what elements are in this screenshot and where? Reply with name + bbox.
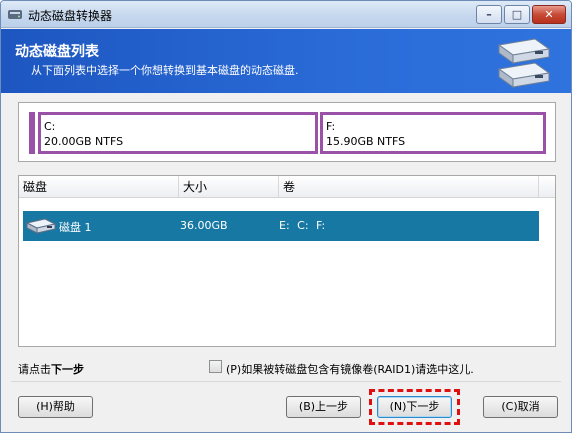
hint-bold: 下一步 <box>51 363 84 376</box>
table-row[interactable]: 磁盘 1 36.00GB E: C: F: <box>23 211 539 241</box>
list-header: 磁盘 大小 卷 <box>19 176 555 198</box>
page-title: 动态磁盘列表 <box>15 44 99 60</box>
divider <box>11 381 561 382</box>
disk-volumes: E: C: F: <box>279 219 326 232</box>
partition-reserved[interactable] <box>29 112 35 154</box>
partition-c[interactable]: C: 20.00GB NTFS <box>38 112 318 154</box>
close-button[interactable]: ✕ <box>532 5 566 24</box>
column-header-disk[interactable]: 磁盘 <box>19 176 179 198</box>
partition-f[interactable]: F: 15.90GB NTFS <box>320 112 546 154</box>
partition-letter: F: <box>326 120 336 133</box>
window-title: 动态磁盘转换器 <box>28 9 113 23</box>
partition-info: 20.00GB NTFS <box>44 135 124 148</box>
hint-text: 请点击下一步 <box>18 361 84 377</box>
disk-converter-window: 动态磁盘转换器 – □ ✕ 动态磁盘列表 从下面列表中选择一个你想转换到基本磁盘… <box>0 0 572 433</box>
disk-name: 磁盘 1 <box>59 221 92 234</box>
minimize-button[interactable]: – <box>476 5 502 24</box>
hint-prefix: 请点击 <box>18 363 51 376</box>
disk-size: 36.00GB <box>180 219 228 232</box>
next-button-highlight <box>369 389 460 425</box>
column-header-filler <box>539 176 555 198</box>
header-banner: 动态磁盘列表 从下面列表中选择一个你想转换到基本磁盘的动态磁盘. <box>1 29 571 93</box>
help-button[interactable]: (H)帮助 <box>18 396 93 418</box>
partition-info: 15.90GB NTFS <box>326 135 406 148</box>
title-bar[interactable]: 动态磁盘转换器 – □ ✕ <box>1 1 571 28</box>
partition-map: C: 20.00GB NTFS F: 15.90GB NTFS <box>18 102 556 162</box>
disk-stack-icon <box>497 38 551 88</box>
disk-icon <box>8 10 22 19</box>
back-button[interactable]: (B)上一步 <box>286 396 361 418</box>
raid-checkbox[interactable] <box>209 360 222 373</box>
page-subtitle: 从下面列表中选择一个你想转换到基本磁盘的动态磁盘. <box>31 64 299 77</box>
column-header-size[interactable]: 大小 <box>179 176 279 198</box>
disk-list: 磁盘 大小 卷 磁盘 1 36.00GB E: C: F: <box>18 175 556 347</box>
maximize-button[interactable]: □ <box>504 5 530 24</box>
column-header-volume[interactable]: 卷 <box>279 176 539 198</box>
partition-letter: C: <box>44 120 56 133</box>
cancel-button[interactable]: (C)取消 <box>483 396 558 418</box>
hard-disk-icon <box>25 218 57 234</box>
raid-checkbox-label[interactable]: (P)如果被转磁盘包含有镜像卷(RAID1)请选中这儿. <box>226 361 474 377</box>
